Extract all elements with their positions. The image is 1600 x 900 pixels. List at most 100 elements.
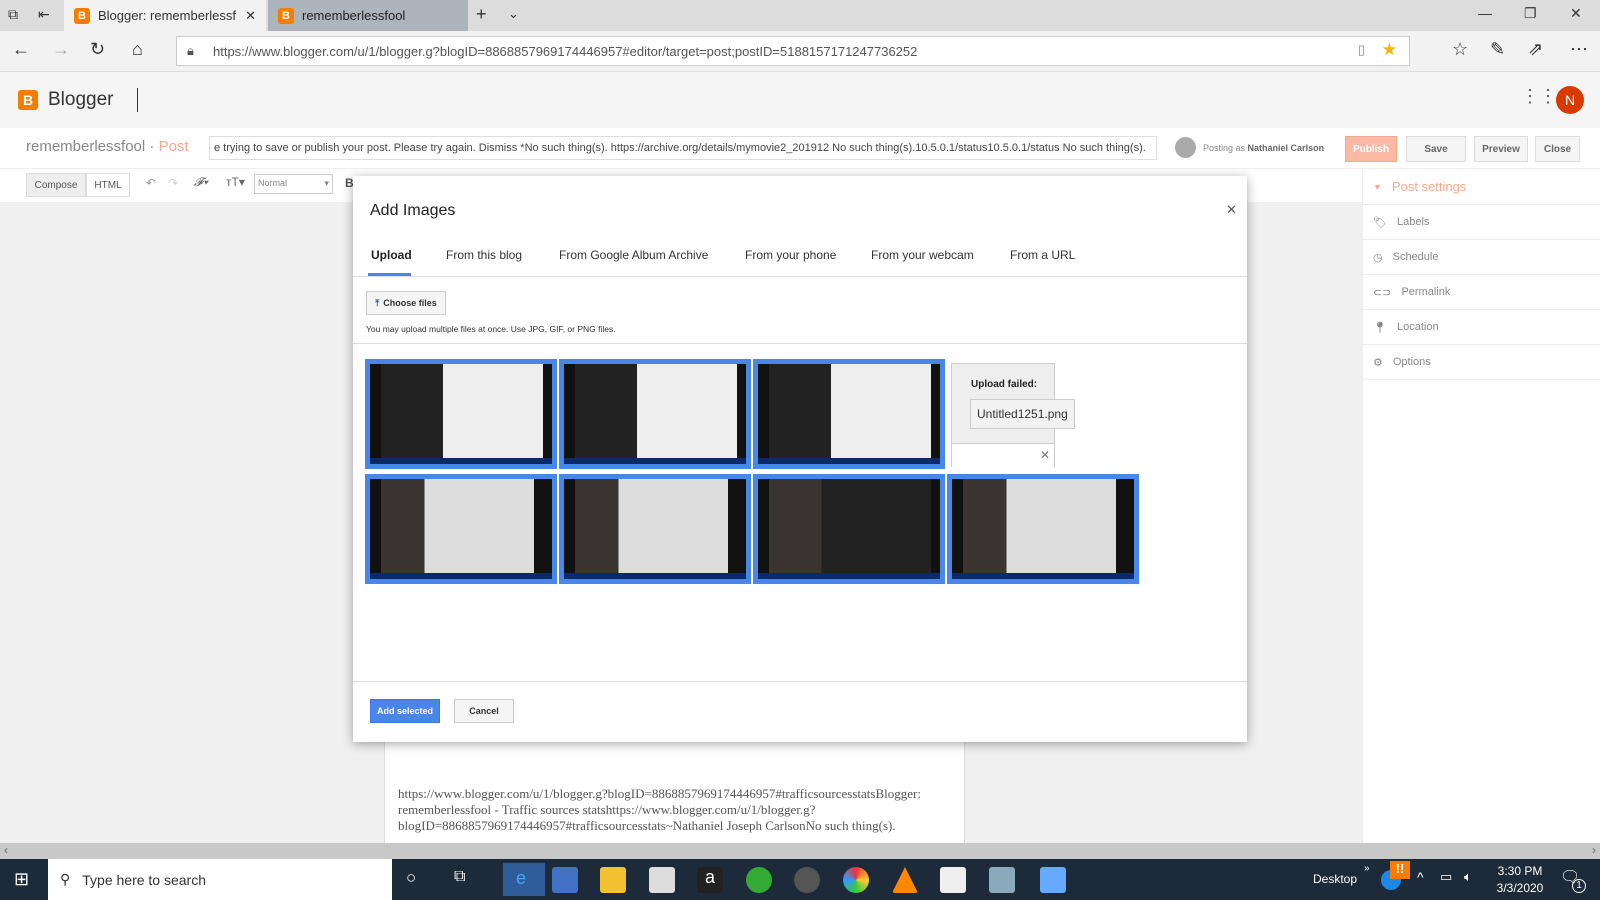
tab-label: rememberlessfool <box>302 8 406 23</box>
choose-files-button[interactable]: ⤒ Choose files <box>366 291 446 315</box>
cancel-button[interactable]: Cancel <box>454 699 514 723</box>
tab-rememberlessfool[interactable]: B rememberlessfool <box>268 0 468 31</box>
paint-taskbar-icon[interactable] <box>989 867 1015 893</box>
tripadvisor-taskbar-icon[interactable] <box>746 867 772 893</box>
post-settings-title: Post settings <box>1391 179 1467 194</box>
url-input[interactable]: 🔒︎ https://www.blogger.com/u/1/blogger.g… <box>176 36 1410 66</box>
close-dialog-icon[interactable]: ✕ <box>1226 202 1237 218</box>
pen-icon[interactable]: ✎ <box>1490 39 1505 60</box>
tab-from-phone[interactable]: From your phone <box>745 248 836 262</box>
favorites-icon[interactable]: ☆ <box>1452 39 1468 60</box>
image-thumbnail[interactable] <box>365 359 557 469</box>
set-aside-tabs-icon[interactable]: ⇤ <box>38 6 50 23</box>
minimize-icon[interactable]: — <box>1478 5 1492 21</box>
redo-icon[interactable]: ↷ <box>168 176 178 190</box>
windows-start-icon[interactable]: ⊞ <box>14 869 29 890</box>
font-icon[interactable]: 𝓕▾ <box>194 175 208 190</box>
image-thumbnail[interactable] <box>753 359 945 469</box>
favorite-star-icon[interactable]: ★ <box>1382 40 1397 60</box>
apps-grid-icon[interactable]: ⋮⋮ <box>1521 86 1557 107</box>
reading-view-icon[interactable]: ▯ <box>1358 42 1365 58</box>
vlc-taskbar-icon[interactable] <box>892 867 918 893</box>
publish-button[interactable]: Publish <box>1345 136 1397 162</box>
tab-google-album-archive[interactable]: From Google Album Archive <box>559 248 708 262</box>
close-tab-icon[interactable]: ✕ <box>245 8 256 24</box>
choose-files-label: Choose files <box>383 298 437 308</box>
save-button[interactable]: Save <box>1406 136 1466 162</box>
clock-time[interactable]: 3:30 PM <box>1492 864 1548 878</box>
chevron-down-icon[interactable]: ⌄ <box>508 6 519 22</box>
image-thumbnail[interactable] <box>365 474 557 584</box>
image-thumbnail[interactable] <box>559 359 751 469</box>
undo-icon[interactable]: ↶ <box>146 176 156 190</box>
divider <box>353 276 1247 277</box>
close-button[interactable]: Close <box>1535 136 1580 162</box>
tab-upload[interactable]: Upload <box>371 248 412 262</box>
tab-from-webcam[interactable]: From your webcam <box>871 248 974 262</box>
store-taskbar-icon[interactable] <box>552 867 578 893</box>
compose-tab[interactable]: Compose <box>26 173 86 197</box>
image-thumbnail[interactable] <box>947 474 1139 584</box>
caret-down-icon: ▼ <box>1373 181 1382 192</box>
blogger-favicon: B <box>74 7 90 24</box>
volume-icon[interactable]: 🔈︎ <box>1464 869 1472 885</box>
new-tab-icon[interactable]: + <box>476 4 487 25</box>
horizontal-scrollbar[interactable]: ‹ › <box>0 843 1600 859</box>
refresh-icon[interactable]: ↻ <box>90 39 105 60</box>
clock-date[interactable]: 3/3/2020 <box>1490 881 1550 895</box>
post-body-editor[interactable]: https://www.blogger.com/u/1/blogger.g?bl… <box>384 742 965 843</box>
sidebar-item-location[interactable]: 📍︎ Location <box>1363 310 1600 345</box>
cortana-icon[interactable]: ○ <box>406 868 416 888</box>
forward-icon[interactable]: → <box>52 39 70 60</box>
taskbar-search-input[interactable]: ⚲ Type here to search <box>48 859 392 900</box>
show-hidden-icons[interactable]: ^ <box>1417 869 1424 885</box>
alert-tray-icon[interactable]: !! <box>1390 861 1410 879</box>
close-window-icon[interactable]: ✕ <box>1570 5 1582 22</box>
photos-taskbar-icon[interactable] <box>1040 867 1066 893</box>
tab-from-url[interactable]: From a URL <box>1010 248 1075 262</box>
sidebar-item-options[interactable]: ⚙ Options <box>1363 345 1600 380</box>
html-tab[interactable]: HTML <box>86 173 130 197</box>
address-bar-row: ← → ↻ ⌂ 🔒︎ https://www.blogger.com/u/1/b… <box>0 31 1600 72</box>
sidebar-item-label: Schedule <box>1392 251 1439 263</box>
more-icon[interactable]: ⋯ <box>1570 39 1588 60</box>
post-settings-header[interactable]: ▼ Post settings <box>1363 169 1600 205</box>
tab-from-this-blog[interactable]: From this blog <box>446 248 522 262</box>
share-icon[interactable]: ⇗ <box>1528 39 1543 60</box>
search-placeholder: Type here to search <box>82 871 207 888</box>
image-thumbnail[interactable] <box>559 474 751 584</box>
image-thumbnail[interactable] <box>753 474 945 584</box>
edge-taskbar-icon[interactable]: e <box>503 863 545 896</box>
font-size-icon[interactable]: ᴛT▾ <box>226 175 245 189</box>
sidebar-item-permalink[interactable]: ⊂⊃ Permalink <box>1363 275 1600 310</box>
camera-taskbar-icon[interactable] <box>940 867 966 893</box>
toolbar-expand-icon[interactable]: » <box>1364 863 1370 874</box>
file-explorer-taskbar-icon[interactable] <box>600 867 626 893</box>
preview-button[interactable]: Preview <box>1474 136 1528 162</box>
format-select[interactable]: Normal ▾ <box>254 174 333 194</box>
clock-icon: ◷ <box>1373 251 1383 264</box>
chrome-taskbar-icon[interactable] <box>843 867 869 893</box>
mail-taskbar-icon[interactable] <box>649 867 675 893</box>
avatar[interactable]: N <box>1556 86 1584 114</box>
lock-icon: 🔒︎ <box>187 43 194 58</box>
amazon-taskbar-icon[interactable]: a <box>697 867 723 893</box>
dismiss-failed-icon[interactable]: ✕ <box>1040 448 1050 462</box>
task-view-icon[interactable]: ⧉ <box>454 868 465 886</box>
sidebar-item-schedule[interactable]: ◷ Schedule <box>1363 240 1600 275</box>
app-name[interactable]: Blogger <box>48 89 114 111</box>
tab-blogger[interactable]: B Blogger: rememberlessf ✕ <box>64 0 266 31</box>
restore-icon[interactable]: ❐ <box>1524 5 1537 22</box>
sidebar-item-labels[interactable]: 🏷︎ Labels <box>1363 205 1600 240</box>
post-title-input[interactable]: e trying to save or publish your post. P… <box>209 136 1157 160</box>
scroll-left-icon[interactable]: ‹ <box>4 843 8 857</box>
scroll-right-icon[interactable]: › <box>1592 843 1596 857</box>
camera-app-taskbar-icon[interactable] <box>794 867 820 893</box>
back-icon[interactable]: ← <box>12 39 30 60</box>
battery-icon[interactable]: ▭ <box>1440 869 1452 885</box>
blog-name[interactable]: rememberlessfool <box>26 138 145 155</box>
add-selected-button[interactable]: Add selected <box>370 699 440 723</box>
home-icon[interactable]: ⌂ <box>132 39 143 60</box>
tab-actions-icon[interactable]: ⧉ <box>8 6 18 23</box>
desktop-toolbar-label[interactable]: Desktop <box>1313 872 1357 886</box>
